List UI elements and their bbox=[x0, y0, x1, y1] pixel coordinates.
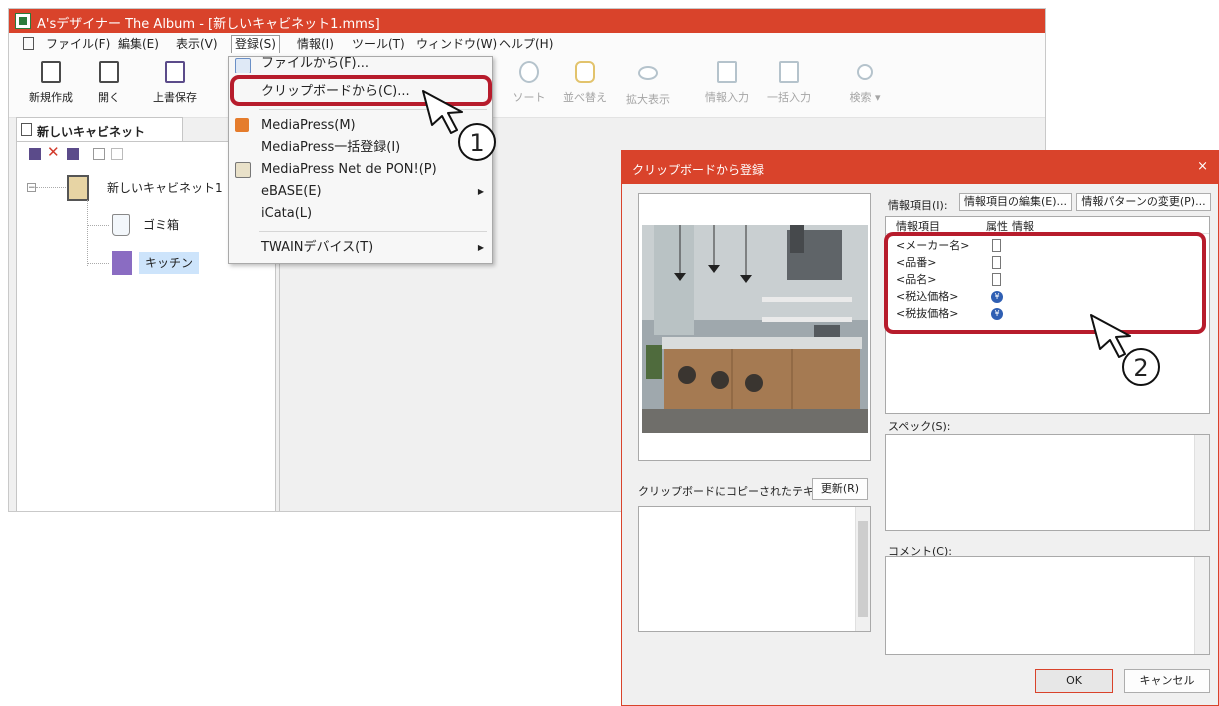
eye-icon bbox=[638, 66, 658, 80]
comment-scrollbar[interactable] bbox=[1194, 557, 1209, 654]
open-cabinet-icon bbox=[99, 61, 119, 83]
comment-textarea[interactable] bbox=[885, 556, 1210, 655]
delete-icon[interactable]: ✕ bbox=[47, 145, 60, 160]
cancel-button[interactable]: キャンセル bbox=[1124, 669, 1210, 693]
cabinet-icon[interactable] bbox=[67, 148, 79, 160]
menu-help[interactable]: ヘルプ(H) bbox=[496, 36, 556, 53]
spec-textarea[interactable] bbox=[885, 434, 1210, 531]
cabinet-icon bbox=[67, 175, 89, 201]
toolbar: 新規作成 開く 上書保存 ソート 並べ替え 拡大表示 情報入力 一括入力 検索 … bbox=[9, 55, 1045, 118]
scrollbar-thumb[interactable] bbox=[858, 521, 868, 617]
cabinet-icon bbox=[23, 37, 34, 50]
cabinet-icon bbox=[21, 123, 32, 136]
cabinet-icon bbox=[41, 61, 61, 83]
search-label: 検索 ▾ bbox=[849, 91, 881, 104]
spec-scrollbar[interactable] bbox=[1194, 435, 1209, 530]
cabinet-icon[interactable] bbox=[29, 148, 41, 160]
info-input-label: 情報入力 bbox=[705, 91, 749, 104]
ok-button[interactable]: OK bbox=[1035, 669, 1113, 693]
refresh-button[interactable]: 更新(R) bbox=[812, 478, 868, 500]
mediapress-net-icon bbox=[235, 162, 251, 178]
batch-form-icon bbox=[779, 61, 799, 83]
tree-line bbox=[87, 225, 109, 227]
image-preview-panel bbox=[638, 193, 871, 461]
dialog-title-bar: クリップボードから登録 × bbox=[622, 151, 1218, 184]
menu-info[interactable]: 情報(I) bbox=[294, 36, 337, 53]
dialog-title: クリップボードから登録 bbox=[632, 163, 765, 177]
document-tab[interactable]: 新しいキャビネット1.mms bbox=[16, 117, 183, 154]
submenu-arrow-icon: ▶ bbox=[477, 243, 484, 252]
change-info-pattern-button[interactable]: 情報パターンの変更(P)... bbox=[1076, 193, 1211, 211]
cabinet-icon bbox=[112, 251, 132, 275]
menu-separator bbox=[259, 231, 487, 232]
title-bar: A'sデザイナー The Album - [新しいキャビネット1.mms] bbox=[9, 9, 1045, 33]
save-button[interactable]: 上書保存 bbox=[147, 61, 203, 105]
reorder-button[interactable]: 並べ替え bbox=[561, 61, 609, 105]
form-icon bbox=[717, 61, 737, 83]
zoom-button[interactable]: 拡大表示 bbox=[621, 61, 675, 107]
search-button[interactable]: 検索 ▾ bbox=[845, 61, 885, 105]
hand-icon bbox=[575, 61, 595, 83]
menu-bar: ファイル(F) 編集(E) 表示(V) 登録(S) 情報(I) ツール(T) ウ… bbox=[9, 33, 1045, 55]
tree-root[interactable]: 新しいキャビネット1 bbox=[107, 177, 223, 199]
mediapress-icon bbox=[235, 118, 249, 132]
submenu-arrow-icon: ▶ bbox=[477, 187, 484, 196]
copy-icon[interactable] bbox=[93, 148, 105, 160]
sort-icon bbox=[519, 61, 539, 83]
menu-file[interactable]: ファイル(F) bbox=[43, 36, 113, 53]
menu-item-from-file[interactable]: ファイルから(F)... bbox=[229, 57, 492, 73]
menu-edit[interactable]: 編集(E) bbox=[115, 36, 162, 53]
zoom-label: 拡大表示 bbox=[626, 93, 670, 106]
edit-info-items-button[interactable]: 情報項目の編集(E)... bbox=[959, 193, 1072, 211]
tree-line bbox=[36, 187, 66, 189]
menu-item-twain[interactable]: TWAINデバイス(T) ▶ bbox=[229, 237, 492, 259]
callout-2: 2 bbox=[1122, 348, 1160, 386]
open-button[interactable]: 開く bbox=[91, 61, 127, 105]
save-icon bbox=[165, 61, 185, 83]
clipboard-scrollbar[interactable] bbox=[855, 507, 870, 631]
menu-window[interactable]: ウィンドウ(W) bbox=[413, 36, 500, 53]
menu-register[interactable]: 登録(S) bbox=[231, 35, 280, 53]
collapse-icon[interactable]: − bbox=[27, 183, 36, 193]
menu-tools[interactable]: ツール(T) bbox=[349, 36, 408, 53]
highlight-box-info-rows bbox=[884, 232, 1206, 334]
save-label: 上書保存 bbox=[153, 91, 197, 104]
pointer-cursor-icon bbox=[1090, 314, 1131, 358]
callout-1: 1 bbox=[458, 123, 496, 161]
info-items-label: 情報項目(I): bbox=[888, 199, 948, 212]
new-label: 新規作成 bbox=[29, 91, 73, 104]
search-icon bbox=[857, 64, 873, 80]
dialog-close-button[interactable]: × bbox=[1197, 159, 1208, 174]
menu-item-icata[interactable]: iCata(L) bbox=[229, 203, 492, 225]
tree-item-kitchen[interactable]: キッチン bbox=[139, 252, 200, 274]
menu-view[interactable]: 表示(V) bbox=[173, 36, 221, 53]
menu-item-mediapress-batch[interactable]: MediaPress一括登録(I) bbox=[229, 137, 492, 159]
clipboard-textarea[interactable] bbox=[638, 506, 871, 632]
spec-label: スペック(S): bbox=[888, 420, 951, 433]
clipboard-text-label: クリップボードにコピーされたテキスト: bbox=[638, 485, 840, 498]
reorder-label: 並べ替え bbox=[563, 91, 607, 104]
tree-line bbox=[87, 263, 109, 265]
sort-button[interactable]: ソート bbox=[509, 61, 549, 105]
kitchen-photo bbox=[642, 225, 868, 433]
tree-item-trash[interactable]: ゴミ箱 bbox=[143, 214, 179, 236]
info-input-button[interactable]: 情報入力 bbox=[699, 61, 755, 105]
tree-line bbox=[87, 200, 89, 266]
batch-input-button[interactable]: 一括入力 bbox=[761, 61, 817, 105]
sort-label: ソート bbox=[512, 91, 546, 104]
new-button[interactable]: 新規作成 bbox=[27, 61, 75, 105]
file-icon bbox=[235, 58, 251, 73]
trash-icon bbox=[112, 214, 130, 236]
menu-item-ebase[interactable]: eBASE(E) ▶ bbox=[229, 181, 492, 203]
batch-input-label: 一括入力 bbox=[767, 91, 811, 104]
open-label: 開く bbox=[98, 91, 120, 104]
app-icon bbox=[15, 13, 31, 29]
menu-item-mediapress-net[interactable]: MediaPress Net de PON!(P) bbox=[229, 159, 492, 181]
window-title: A'sデザイナー The Album - [新しいキャビネット1.mms] bbox=[37, 17, 380, 32]
paste-icon[interactable] bbox=[111, 148, 123, 160]
pointer-cursor-icon bbox=[422, 90, 463, 134]
